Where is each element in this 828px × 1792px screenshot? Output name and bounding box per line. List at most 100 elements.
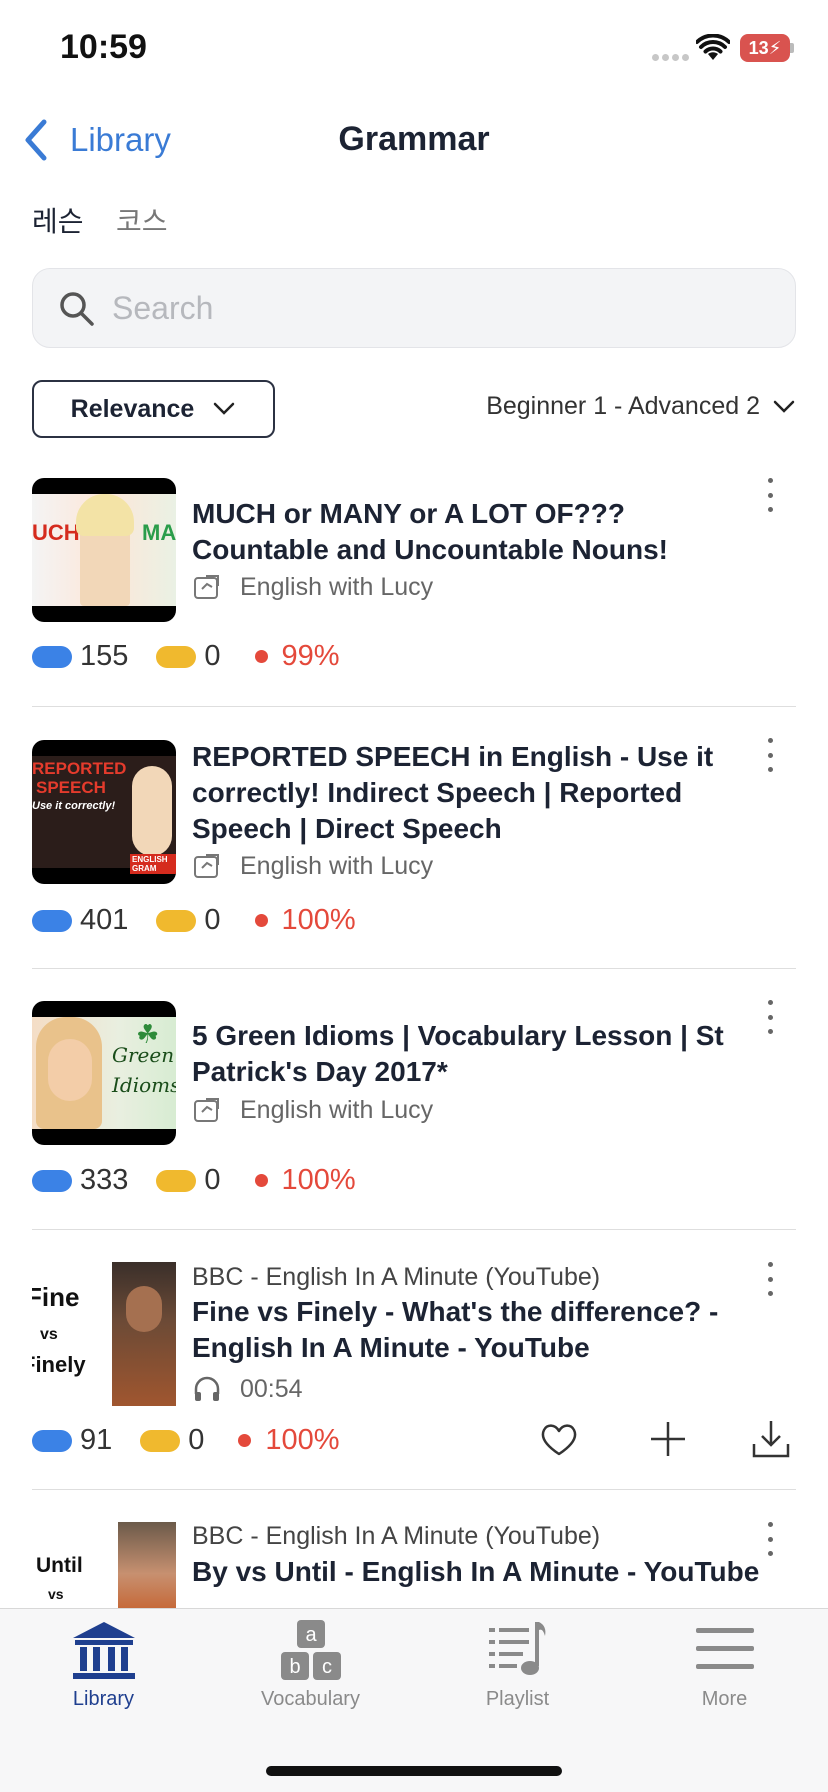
lesson-source: BBC - English In A Minute (YouTube) — [192, 1263, 601, 1291]
known-words-icon — [32, 1169, 72, 1192]
thumbnail-text: ENGLISH GRAM — [130, 854, 176, 874]
heart-icon[interactable] — [538, 1418, 580, 1460]
menu-icon — [695, 1628, 754, 1669]
known-words-count: 155 — [80, 640, 129, 672]
lesson-title[interactable]: By vs Until - English In A Minute - YouT… — [192, 1554, 764, 1590]
vocab-glyph: a — [305, 1624, 317, 1646]
tabbar-label: Library — [72, 1688, 135, 1710]
known-words-count: 91 — [80, 1424, 113, 1456]
known-words-icon — [32, 1429, 72, 1452]
progress-percent: 100% — [281, 1164, 356, 1196]
thumbnail-text: SPEECH — [36, 778, 106, 797]
sort-dropdown[interactable]: Relevance — [32, 380, 275, 438]
tabbar-label: Vocabulary — [261, 1688, 360, 1710]
thumbnail-text: Finely — [32, 1352, 86, 1377]
lesson-channel: English with Lucy — [192, 851, 433, 881]
lesson-channel: English with Lucy — [192, 1095, 433, 1125]
thumbnail-person — [132, 766, 172, 856]
saved-words-count: 0 — [204, 640, 221, 672]
channel-name: English with Lucy — [240, 572, 434, 601]
duration-text: 00:54 — [240, 1374, 303, 1403]
progress-percent: 100% — [281, 904, 356, 936]
lesson-thumbnail[interactable]: REPORTED SPEECH Use it correctly! ENGLIS… — [32, 740, 176, 884]
thumbnail-text: REPORTED — [32, 759, 127, 778]
lesson-title[interactable]: 5 Green Idioms | Vocabulary Lesson | St … — [192, 1018, 764, 1090]
channel-icon — [194, 575, 219, 599]
wifi-icon — [696, 34, 730, 60]
divider — [32, 968, 796, 969]
cellular-signal-icon — [652, 54, 689, 61]
sort-label: Relevance — [70, 394, 195, 423]
page-title: Grammar — [338, 120, 490, 158]
progress-dot-icon — [238, 1434, 252, 1447]
lesson-title[interactable]: Fine vs Finely - What's the difference? … — [192, 1294, 764, 1366]
chevron-down-icon — [773, 400, 795, 413]
saved-words-icon — [156, 1169, 197, 1192]
lesson-title-clip: By vs Until - English In A Minute - YouT… — [192, 1554, 764, 1608]
thumbnail-hair — [76, 494, 134, 536]
thumbnail-text: vs — [40, 1326, 58, 1343]
download-icon[interactable] — [750, 1418, 792, 1460]
battery-icon: 13 ⚡ — [740, 34, 790, 62]
progress-percent: 99% — [281, 640, 340, 672]
thumbnail-text: Idioms — [112, 1073, 176, 1097]
known-words-icon — [32, 909, 72, 932]
headphones-icon — [194, 1376, 220, 1401]
tabbar-item-playlist[interactable]: Playlist — [414, 1620, 621, 1711]
thumbnail-person — [112, 1262, 176, 1406]
tabbar-item-library[interactable]: Library — [0, 1620, 207, 1711]
more-options-icon[interactable] — [760, 738, 780, 772]
divider — [32, 706, 796, 707]
saved-words-count: 0 — [204, 904, 221, 936]
channel-icon — [194, 854, 219, 878]
tab-lessons[interactable]: 레슨 — [32, 200, 84, 240]
progress-percent: 100% — [265, 1424, 340, 1456]
saved-words-count: 0 — [204, 1164, 221, 1196]
thumbnail-text: MA — [142, 520, 176, 545]
add-icon[interactable] — [647, 1418, 689, 1460]
saved-words-icon — [140, 1429, 181, 1452]
saved-words-icon — [156, 909, 197, 932]
library-icon — [72, 1622, 135, 1679]
lesson-source: BBC - English In A Minute (YouTube) — [192, 1522, 601, 1550]
lesson-stats: 333 0 100% — [32, 1164, 356, 1197]
known-words-icon — [32, 645, 72, 668]
lesson-thumbnail[interactable]: Green Idioms ☘ — [32, 1001, 176, 1145]
more-options-icon[interactable] — [760, 1000, 780, 1034]
tabbar-item-vocabulary[interactable]: a b c Vocabulary — [207, 1620, 414, 1711]
lesson-duration: 00:54 — [192, 1374, 303, 1404]
channel-icon — [194, 1098, 219, 1122]
lesson-thumbnail[interactable]: Until vs — [32, 1522, 176, 1608]
thumbnail-person — [118, 1522, 176, 1608]
progress-dot-icon — [254, 650, 268, 663]
lesson-thumbnail[interactable]: UCH MA — [32, 478, 176, 622]
more-options-icon[interactable] — [760, 1262, 780, 1296]
search-input[interactable] — [112, 286, 772, 330]
search-icon — [60, 292, 94, 326]
channel-name: English with Lucy — [240, 1095, 434, 1124]
thumbnail-face — [126, 1286, 162, 1332]
lesson-channel: English with Lucy — [192, 572, 433, 602]
playlist-icon — [488, 1622, 545, 1675]
lesson-title[interactable]: MUCH or MANY or A LOT OF??? Countable an… — [192, 496, 764, 568]
tab-courses[interactable]: 코스 — [116, 200, 168, 240]
vocabulary-icon: a b c — [280, 1620, 341, 1680]
status-time: 10:59 — [60, 28, 147, 66]
lesson-thumbnail[interactable]: Fine vs Finely — [32, 1262, 176, 1406]
battery-tip — [790, 43, 794, 53]
vocab-glyph: b — [289, 1656, 300, 1678]
lesson-stats: 91 0 100% — [32, 1424, 340, 1457]
saved-words-icon — [156, 645, 197, 668]
tabbar-item-more[interactable]: More — [621, 1620, 828, 1711]
home-indicator — [266, 1766, 562, 1776]
level-dropdown[interactable]: Beginner 1 - Advanced 2 — [486, 392, 796, 421]
progress-dot-icon — [254, 1174, 268, 1187]
lesson-stats: 155 0 99% — [32, 640, 340, 673]
lesson-title[interactable]: REPORTED SPEECH in English - Use it corr… — [192, 739, 764, 847]
more-options-icon[interactable] — [760, 1522, 780, 1556]
progress-dot-icon — [254, 914, 268, 927]
more-options-icon[interactable] — [760, 478, 780, 512]
thumbnail-text: vs — [48, 1586, 64, 1602]
tabbar-label: More — [701, 1688, 748, 1710]
divider — [32, 1229, 796, 1230]
